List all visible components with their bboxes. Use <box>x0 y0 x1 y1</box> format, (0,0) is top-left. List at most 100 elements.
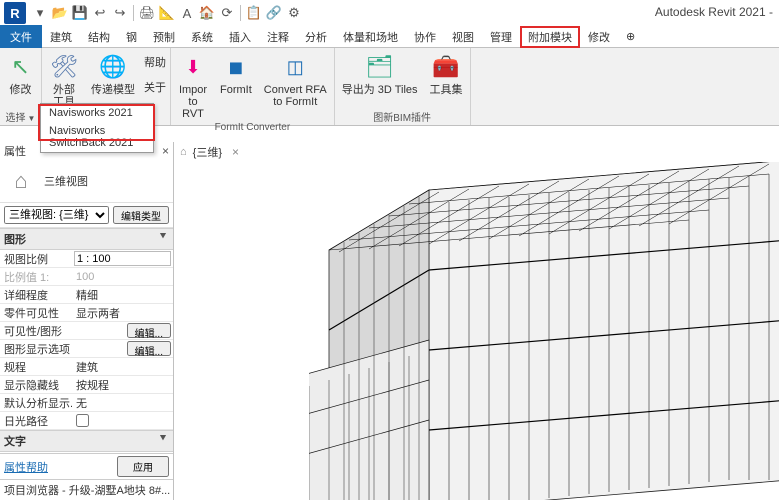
convert-icon: ◫ <box>280 52 310 82</box>
prop-sun-path-key: 日光路径 <box>0 413 72 429</box>
type-selector[interactable]: ⌂ 三维视图 <box>0 160 173 203</box>
modify-button[interactable]: ↖ 修改 <box>3 50 39 98</box>
dropdown-navisworks[interactable]: Navisworks 2021 <box>41 104 153 122</box>
panel-formit-title: FormIt Converter <box>215 122 291 134</box>
tab-systems[interactable]: 系统 <box>183 26 221 48</box>
about-button[interactable]: 关于 <box>144 79 166 95</box>
prop-part-vis-value[interactable]: 显示两者 <box>74 305 120 321</box>
export-icon: 🗂 <box>365 52 395 82</box>
prop-view-scale-key: 视图比例 <box>0 251 72 267</box>
prop-discipline-value[interactable]: 建筑 <box>74 359 98 375</box>
export-3dtiles-label: 导出为 3D Tiles <box>342 84 418 96</box>
modify-label: 修改 <box>10 84 32 96</box>
qat-settings-icon[interactable]: ⚙ <box>284 3 304 23</box>
app-menu-dropdown-icon[interactable]: ▾ <box>30 3 50 23</box>
edit-type-button[interactable]: 编辑类型 <box>113 206 169 224</box>
instance-combo[interactable]: 三维视图: {三维} <box>4 206 109 224</box>
prop-graphic-disp-key: 图形显示选项 <box>0 341 72 357</box>
import-rvt-label: Impor to RVT <box>179 84 207 120</box>
section-graphics[interactable]: 图形⯆ <box>0 228 173 250</box>
tab-analyze[interactable]: 分析 <box>297 26 335 48</box>
properties-palette: 属性 × ⌂ 三维视图 三维视图: {三维} 编辑类型 图形⯆ 视图比例 比例值… <box>0 142 174 500</box>
tab-modify[interactable]: 修改 <box>580 26 618 48</box>
prop-scale-value-key: 比例值 1: <box>0 269 72 285</box>
prop-sun-path-checkbox[interactable] <box>76 414 89 427</box>
prop-detail-level-value[interactable]: 精细 <box>74 287 98 303</box>
qat-text-icon[interactable]: A <box>177 3 197 23</box>
prop-default-anal-value[interactable]: 无 <box>74 395 87 411</box>
prop-discipline-key: 规程 <box>0 359 72 375</box>
qat-home-icon[interactable]: 🏠 <box>197 3 217 23</box>
prop-vis-graphics-button[interactable]: 编辑... <box>127 323 171 338</box>
qat-undo-icon[interactable]: ↩ <box>90 3 110 23</box>
prop-default-anal-key: 默认分析显示... <box>0 395 72 411</box>
3d-viewport[interactable] <box>174 162 779 500</box>
qat-print-icon[interactable]: 🖨 <box>137 3 157 23</box>
qat-save-icon[interactable]: 💾 <box>70 3 90 23</box>
view-tab-label: {三维} <box>193 144 222 160</box>
panel-bim-title: 图新BIM插件 <box>373 109 431 125</box>
project-browser-header[interactable]: 项目浏览器 - 升级-湖墅A地块 8#... <box>0 479 173 500</box>
ribbon-tabs: 文件 建筑 结构 钢 预制 系统 插入 注释 分析 体量和场地 协作 视图 管理… <box>0 26 779 48</box>
prop-show-hidden-key: 显示隐藏线 <box>0 377 72 393</box>
home-icon: ⌂ <box>180 146 187 158</box>
export-3dtiles-button[interactable]: 🗂 导出为 3D Tiles <box>339 50 421 98</box>
view-tab[interactable]: ⌂ {三维} × <box>174 142 245 162</box>
cursor-icon: ↖ <box>6 52 36 82</box>
qat-measure-icon[interactable]: 📐 <box>157 3 177 23</box>
close-icon[interactable]: × <box>162 144 169 158</box>
external-tools-button[interactable]: 🛠 外部 工具 <box>46 50 82 110</box>
qat-redo-icon[interactable]: ↪ <box>110 3 130 23</box>
chevron-down-icon[interactable]: ▼ <box>28 114 36 123</box>
apply-button[interactable]: 应用 <box>117 456 169 477</box>
tab-view[interactable]: 视图 <box>444 26 482 48</box>
convert-rfa-button[interactable]: ◫ Convert RFA to FormIt <box>261 50 330 110</box>
convert-rfa-label: Convert RFA to FormIt <box>264 84 327 108</box>
import-icon: ⬇ <box>178 52 208 82</box>
import-rvt-button[interactable]: ⬇ Impor to RVT <box>175 50 211 122</box>
properties-title: 属性 <box>4 143 26 159</box>
prop-view-scale-input[interactable] <box>74 251 171 266</box>
tab-collaborate[interactable]: 协作 <box>406 26 444 48</box>
tab-precast[interactable]: 预制 <box>145 26 183 48</box>
transfer-model-button[interactable]: 🌐 传递模型 <box>88 50 138 98</box>
tab-structure[interactable]: 结构 <box>80 26 118 48</box>
expand-icon[interactable]: ⯆ <box>159 433 167 444</box>
house-icon: ⌂ <box>4 166 38 196</box>
prop-detail-level-key: 详细程度 <box>0 287 72 303</box>
section-text[interactable]: 文字⯆ <box>0 430 173 452</box>
tab-file[interactable]: 文件 <box>0 25 42 49</box>
toolset-icon: 🧰 <box>431 52 461 82</box>
panel-select-title: 选择 <box>6 113 26 124</box>
panel-bim: 🗂 导出为 3D Tiles 🧰 工具集 图新BIM插件 <box>335 48 471 125</box>
prop-part-vis-key: 零件可见性 <box>0 305 72 321</box>
tab-annotate[interactable]: 注释 <box>259 26 297 48</box>
properties-help-link[interactable]: 属性帮助 <box>4 459 48 475</box>
transfer-model-label: 传递模型 <box>91 84 135 96</box>
dropdown-navisworks-switchback[interactable]: Navisworks SwitchBack 2021 <box>41 122 153 152</box>
toolset-button[interactable]: 🧰 工具集 <box>427 50 466 98</box>
expand-icon[interactable]: ⯆ <box>159 231 167 242</box>
tab-context-icon[interactable]: ⊕ <box>618 27 643 46</box>
tab-addins[interactable]: 附加模块 <box>520 26 580 48</box>
qat-clipboard-icon[interactable]: 📋 <box>244 3 264 23</box>
close-icon[interactable]: × <box>232 145 239 159</box>
toolset-label: 工具集 <box>430 84 463 96</box>
formit-button[interactable]: ◼ FormIt <box>217 50 255 98</box>
panel-formit: ⬇ Impor to RVT ◼ FormIt ◫ Convert RFA to… <box>171 48 335 125</box>
help-button[interactable]: 帮助 <box>144 54 166 70</box>
tab-insert[interactable]: 插入 <box>221 26 259 48</box>
prop-scale-value: 100 <box>74 271 94 283</box>
qat-sync-icon[interactable]: ⟳ <box>217 3 237 23</box>
prop-graphic-disp-button[interactable]: 编辑... <box>127 341 171 356</box>
view-area: ⌂ {三维} × <box>174 142 779 500</box>
qat-open-icon[interactable]: 📂 <box>50 3 70 23</box>
qat-link-icon[interactable]: 🔗 <box>264 3 284 23</box>
formit-label: FormIt <box>220 84 252 96</box>
tab-massing[interactable]: 体量和场地 <box>335 26 406 48</box>
prop-show-hidden-value[interactable]: 按规程 <box>74 377 109 393</box>
tab-steel[interactable]: 钢 <box>118 26 145 48</box>
formit-icon: ◼ <box>221 52 251 82</box>
tab-manage[interactable]: 管理 <box>482 26 520 48</box>
tab-architecture[interactable]: 建筑 <box>42 26 80 48</box>
